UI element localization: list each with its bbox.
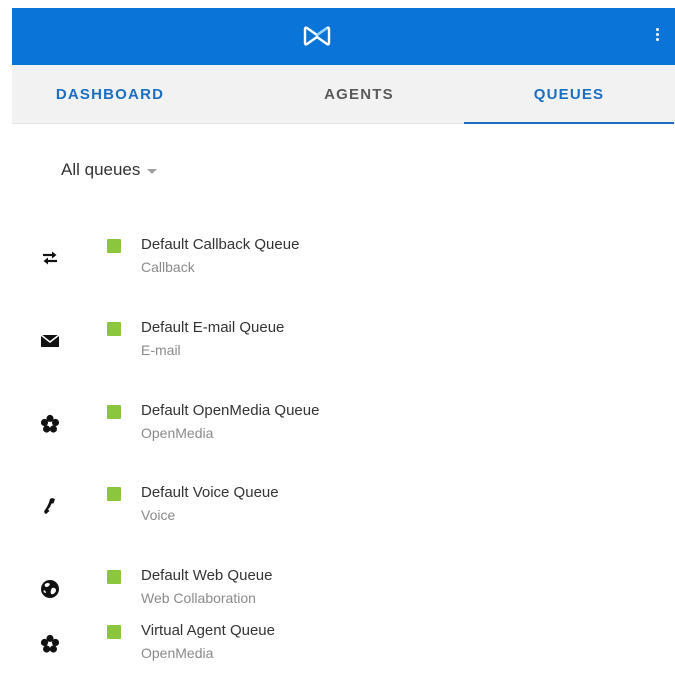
queue-item[interactable]: Default Voice Queue Voice: [12, 484, 612, 544]
queue-item[interactable]: Default Callback Queue Callback: [12, 236, 612, 296]
envelope-icon: [38, 329, 62, 353]
globe-icon: [38, 577, 62, 601]
queue-name: Default Callback Queue: [141, 236, 300, 253]
queue-item[interactable]: Default Web Queue Web Collaboration: [12, 567, 612, 627]
queue-type: Web Collaboration: [141, 590, 256, 606]
tab-dashboard[interactable]: DASHBOARD: [12, 65, 208, 123]
status-indicator: [107, 570, 121, 584]
queue-filter-label: All queues: [61, 160, 141, 179]
queue-name: Virtual Agent Queue: [141, 622, 275, 639]
status-indicator: [107, 487, 121, 501]
queue-type: E-mail: [141, 342, 181, 358]
genesys-infinity-logo-icon: [303, 26, 331, 46]
queue-name: Default Web Queue: [141, 567, 273, 584]
status-indicator: [107, 239, 121, 253]
tab-agents[interactable]: AGENTS: [254, 65, 464, 123]
queue-item[interactable]: Default OpenMedia Queue OpenMedia: [12, 402, 612, 462]
caret-down-icon: [147, 168, 158, 174]
status-indicator: [107, 625, 121, 639]
queue-type: OpenMedia: [141, 645, 214, 661]
kebab-menu-icon[interactable]: [652, 26, 662, 48]
callback-icon: [38, 246, 62, 270]
queue-filter-dropdown[interactable]: All queues: [61, 158, 158, 182]
queue-type: OpenMedia: [141, 425, 214, 441]
tab-queues[interactable]: QUEUES: [464, 65, 674, 124]
status-indicator: [107, 405, 121, 419]
openmedia-icon: [38, 632, 62, 656]
queue-type: Callback: [141, 259, 195, 275]
status-indicator: [107, 322, 121, 336]
queue-name: Default OpenMedia Queue: [141, 402, 320, 419]
queue-item[interactable]: Default E-mail Queue E-mail: [12, 319, 612, 379]
queue-name: Default E-mail Queue: [141, 319, 285, 336]
queue-name: Default Voice Queue: [141, 484, 279, 501]
openmedia-icon: [38, 412, 62, 436]
app-header: [12, 8, 675, 65]
queue-item[interactable]: Virtual Agent Queue OpenMedia: [12, 622, 612, 682]
queue-type: Voice: [141, 507, 176, 523]
phone-icon: [38, 494, 62, 518]
tab-bar: DASHBOARD AGENTS QUEUES: [12, 65, 675, 124]
